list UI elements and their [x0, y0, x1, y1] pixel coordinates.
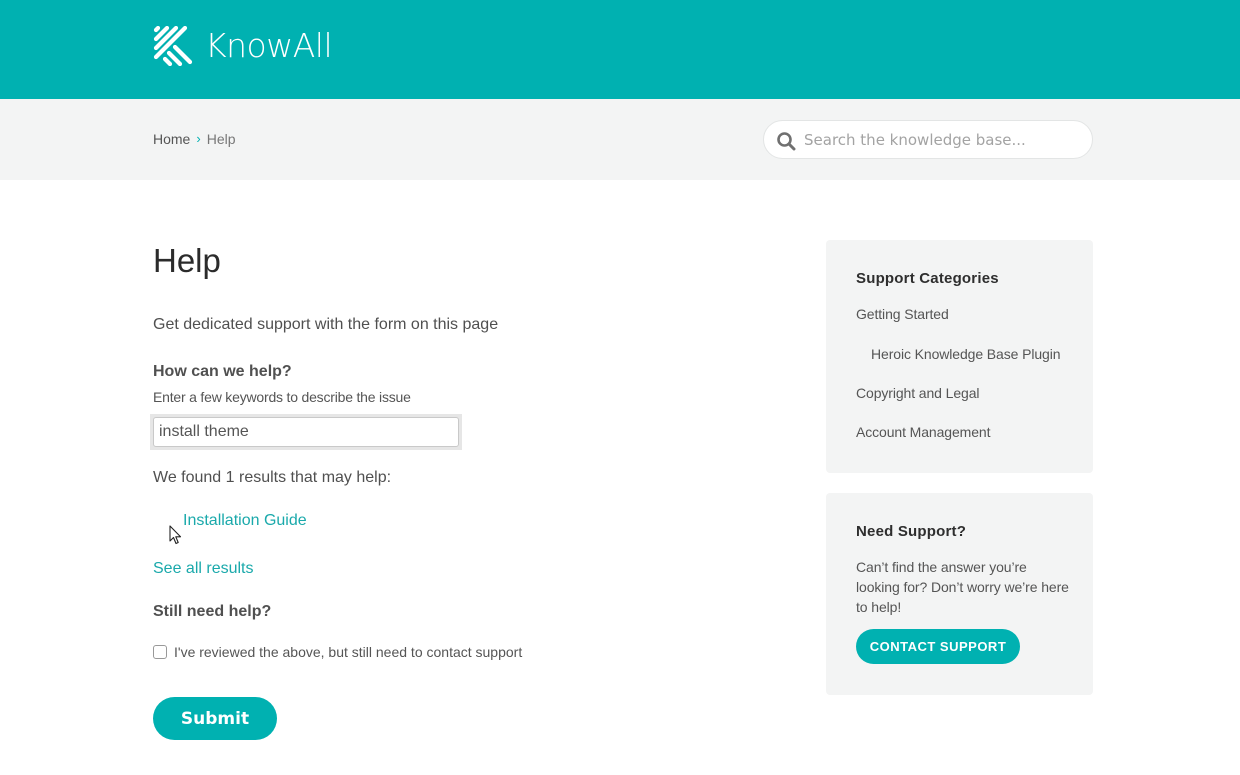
- breadcrumb: Home › Help: [153, 129, 236, 149]
- result-link[interactable]: Installation Guide: [183, 510, 307, 532]
- category-link[interactable]: Heroic Knowledge Base Plugin: [871, 344, 1061, 364]
- support-categories-widget: Support Categories Getting Started Heroi…: [826, 240, 1093, 473]
- need-support-widget: Need Support? Can’t find the answer you’…: [826, 493, 1093, 695]
- contact-confirm-row[interactable]: I've reviewed the above, but still need …: [153, 642, 522, 662]
- breadcrumb-home-link[interactable]: Home: [153, 129, 190, 149]
- page-title: Help: [153, 242, 221, 279]
- intro-text: Get dedicated support with the form on t…: [153, 316, 499, 333]
- contact-support-button[interactable]: CONTACT SUPPORT: [856, 629, 1020, 664]
- brand-logo-link[interactable]: KnowAll: [153, 25, 333, 67]
- search-input[interactable]: [804, 121, 1084, 158]
- see-all-results-link[interactable]: See all results: [153, 558, 254, 580]
- question-field-wrapper: [150, 414, 462, 450]
- results-summary: We found 1 results that may help:: [153, 469, 392, 486]
- breadcrumb-bar: Home › Help: [0, 99, 1240, 180]
- brand-name: KnowAll: [205, 26, 333, 65]
- search-box: [763, 120, 1093, 159]
- question-label: How can we help?: [153, 363, 292, 380]
- category-link[interactable]: Copyright and Legal: [856, 383, 980, 403]
- contact-confirm-label: I've reviewed the above, but still need …: [174, 644, 523, 660]
- still-need-help-heading: Still need help?: [153, 603, 272, 620]
- submit-button[interactable]: Submit: [153, 697, 277, 740]
- question-description: Enter a few keywords to describe the iss…: [153, 389, 411, 405]
- mouse-pointer-icon: [169, 525, 182, 545]
- support-categories-title: Support Categories: [856, 270, 999, 287]
- chevron-right-icon: ›: [196, 131, 201, 146]
- site-header: KnowAll: [0, 0, 1240, 99]
- contact-confirm-checkbox[interactable]: [153, 645, 167, 659]
- knowall-logo-icon: [153, 26, 193, 66]
- category-link[interactable]: Account Management: [856, 422, 991, 442]
- search-icon: [777, 132, 796, 151]
- need-support-title: Need Support?: [856, 523, 967, 540]
- need-support-text: Can’t find the answer you’re looking for…: [856, 559, 1069, 615]
- category-link[interactable]: Getting Started: [856, 304, 949, 324]
- question-input[interactable]: [153, 417, 459, 447]
- breadcrumb-current: Help: [206, 131, 236, 147]
